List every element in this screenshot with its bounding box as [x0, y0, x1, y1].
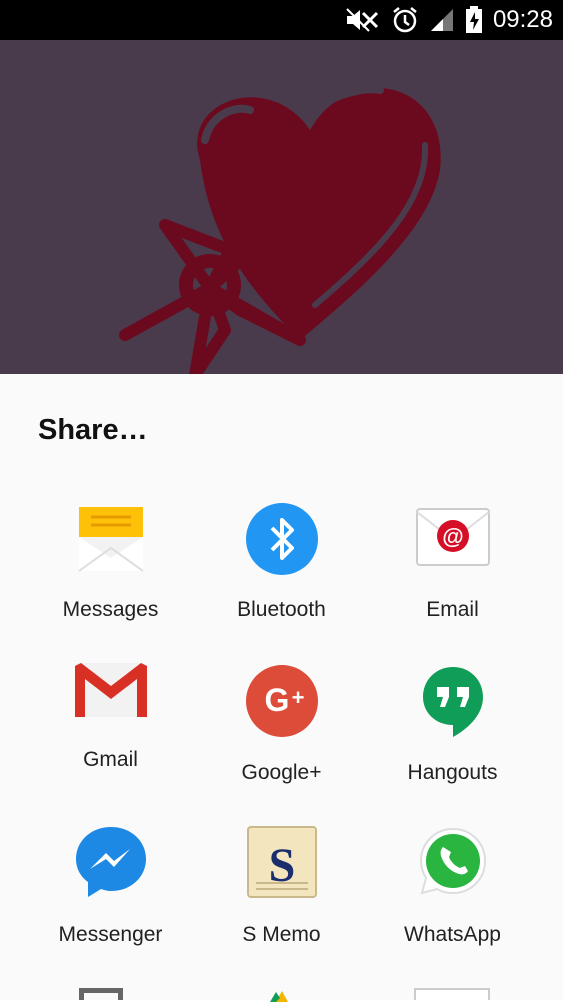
- partial-icon-3: [414, 988, 490, 1000]
- email-icon: @: [415, 508, 490, 566]
- share-target-messages[interactable]: Messages: [25, 495, 196, 630]
- svg-text:+: +: [291, 685, 304, 710]
- background-image[interactable]: [0, 40, 563, 374]
- svg-text:@: @: [442, 524, 463, 549]
- heart-flower-illustration: [119, 85, 441, 374]
- share-label-messages: Messages: [62, 598, 159, 621]
- share-target-messenger[interactable]: Messenger: [25, 815, 196, 965]
- messages-icon: [77, 507, 144, 572]
- bluetooth-icon: [245, 503, 318, 575]
- share-target-google-plus[interactable]: G + Google+: [196, 655, 367, 805]
- signal-icon: [430, 9, 453, 31]
- share-label-hangouts: Hangouts: [407, 761, 498, 784]
- battery-icon: [465, 6, 482, 33]
- share-target-bluetooth[interactable]: Bluetooth: [196, 495, 367, 630]
- share-label-s-memo: S Memo: [242, 923, 321, 946]
- messenger-icon: [75, 827, 146, 897]
- svg-text:S: S: [268, 839, 295, 892]
- share-target-gmail[interactable]: Gmail: [25, 655, 196, 805]
- share-target-email[interactable]: @ Email: [367, 495, 538, 630]
- partial-icon-1: [79, 988, 123, 1000]
- svg-text:G: G: [264, 682, 289, 718]
- mute-icon: [346, 8, 378, 32]
- share-label-email: Email: [426, 598, 479, 621]
- status-bar: 09:28: [0, 0, 563, 40]
- s-memo-icon: S: [246, 826, 317, 898]
- share-target-s-memo[interactable]: S S Memo: [196, 815, 367, 965]
- share-label-messenger: Messenger: [58, 923, 163, 946]
- hangouts-icon: [422, 667, 483, 737]
- share-label-bluetooth: Bluetooth: [237, 598, 326, 621]
- whatsapp-icon: [419, 827, 486, 895]
- share-title: Share…: [38, 414, 148, 446]
- google-plus-icon: G +: [245, 665, 318, 737]
- share-label-whatsapp: WhatsApp: [404, 923, 501, 946]
- share-label-gmail: Gmail: [83, 748, 138, 771]
- status-time: 09:28: [492, 6, 553, 33]
- alarm-icon: [393, 7, 417, 33]
- share-label-google-plus: Google+: [241, 761, 322, 784]
- share-target-whatsapp[interactable]: WhatsApp: [367, 815, 538, 965]
- gmail-icon: [74, 663, 147, 717]
- share-target-hangouts[interactable]: Hangouts: [367, 655, 538, 805]
